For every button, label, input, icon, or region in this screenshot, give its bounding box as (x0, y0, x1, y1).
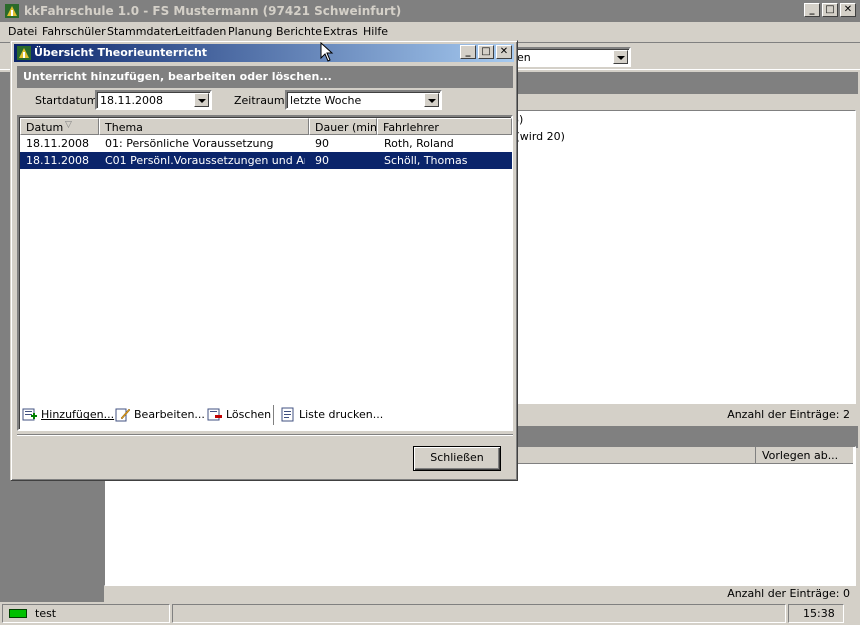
status-user: test (35, 607, 57, 620)
main-window-title: kkFahrschule 1.0 - FS Mustermann (97421 … (24, 4, 402, 18)
edit-pencil-icon (115, 408, 131, 422)
connection-indicator-icon (9, 609, 27, 618)
main-title-bar[interactable]: kkFahrschule 1.0 - FS Mustermann (97421 … (0, 0, 860, 22)
menu-extras[interactable]: Extras (323, 25, 358, 38)
print-list-button[interactable]: Liste drucken... (280, 407, 383, 422)
add-button-label: Hinzufügen... (41, 408, 115, 421)
column-dauer[interactable]: Dauer (min) (309, 118, 377, 135)
column-thema[interactable]: Thema (99, 118, 309, 135)
menu-bar: Datei Fahrschüler Stammdaten Leitfaden P… (0, 22, 860, 42)
status-bar: test 15:38 (0, 602, 860, 625)
delete-button-label: Löschen (226, 408, 272, 421)
cell-fahrlehrer: Schöll, Thomas (384, 154, 468, 167)
zeitraum-value: letzte Woche (290, 94, 362, 107)
startdatum-value: 18.11.2008 (100, 94, 163, 107)
close-button[interactable]: ✕ (840, 3, 856, 17)
dialog-banner: Unterricht hinzufügen, bearbeiten oder l… (17, 66, 513, 88)
dialog-title: Übersicht Theorieunterricht (34, 46, 208, 59)
chevron-down-icon[interactable] (424, 93, 439, 107)
menu-berichte[interactable]: Berichte (276, 25, 322, 38)
dialog-action-toolbar: Hinzufügen... Bearbeiten... Löschen List… (17, 403, 513, 427)
minimize-button[interactable]: _ (804, 3, 820, 17)
print-list-icon (281, 407, 294, 422)
status-panel-middle (172, 604, 786, 623)
column-vorlegen[interactable]: Vorlegen ab... (755, 447, 853, 464)
dialog-maximize-button[interactable]: □ (478, 45, 494, 59)
cell-thema: 01: Persönliche Voraussetzung (105, 137, 274, 150)
print-list-button-label: Liste drucken... (299, 408, 384, 421)
close-dialog-button-label: Schließen (430, 451, 484, 464)
dialog-title-bar[interactable]: Übersicht Theorieunterricht _ □ ✕ (14, 44, 514, 62)
table-row-selected[interactable]: 18.11.2008 C01 Persönl.Voraussetzungen u… (20, 152, 512, 169)
menu-fahrschueler[interactable]: Fahrschüler (42, 25, 106, 38)
add-button[interactable]: Hinzufügen... (22, 407, 114, 422)
app-logo-icon (5, 4, 19, 18)
menu-planung[interactable]: Planung (228, 25, 272, 38)
theory-overview-dialog: Übersicht Theorieunterricht _ □ ✕ Unterr… (10, 40, 518, 481)
entry-count-bottom: Anzahl der Einträge: 0 (727, 587, 850, 600)
startdatum-picker[interactable]: 18.11.2008 (95, 90, 212, 110)
edit-button[interactable]: Bearbeiten... (115, 407, 205, 422)
cell-datum: 18.11.2008 (26, 137, 89, 150)
delete-button[interactable]: Löschen (207, 407, 271, 422)
chevron-down-icon[interactable] (613, 50, 628, 64)
zeitraum-label: Zeitraum: (234, 94, 289, 107)
column-fahrlehrer[interactable]: Fahrlehrer (377, 118, 512, 135)
menu-leitfaden[interactable]: Leitfaden (175, 25, 226, 38)
column-datum-label: Datum (26, 121, 64, 134)
menu-hilfe[interactable]: Hilfe (363, 25, 388, 38)
cell-dauer: 90 (315, 154, 329, 167)
menu-datei[interactable]: Datei (8, 25, 37, 38)
startdatum-label: Startdatum: (35, 94, 102, 107)
status-panel-user: test (2, 604, 170, 623)
toolbar-separator (273, 405, 275, 425)
chevron-down-icon[interactable] (194, 93, 209, 107)
maximize-button[interactable]: □ (822, 3, 838, 17)
theory-lesson-list[interactable]: Datum ▽ Thema Dauer (min) Fahrlehrer 18.… (17, 115, 513, 431)
dialog-close-button[interactable]: ✕ (496, 45, 512, 59)
dialog-banner-text: Unterricht hinzufügen, bearbeiten oder l… (23, 70, 332, 83)
background-count-bar-bottom: Anzahl der Einträge: 0 (104, 584, 858, 602)
zeitraum-select[interactable]: letzte Woche (285, 90, 442, 110)
column-datum[interactable]: Datum ▽ (20, 118, 99, 135)
cell-thema: C01 Persönl.Voraussetzungen und Arbeit..… (105, 154, 305, 167)
mouse-cursor-icon (320, 42, 334, 62)
status-panel-time: 15:38 (788, 604, 844, 623)
dialog-minimize-button[interactable]: _ (460, 45, 476, 59)
close-dialog-button[interactable]: Schließen (413, 446, 501, 471)
list-header: Datum ▽ Thema Dauer (min) Fahrlehrer (20, 118, 512, 135)
background-combo[interactable]: hen (505, 47, 631, 67)
menu-stammdaten[interactable]: Stammdaten (107, 25, 178, 38)
add-list-icon (22, 408, 37, 421)
entry-count-top: Anzahl der Einträge: 2 (727, 408, 850, 421)
cell-fahrlehrer: Roth, Roland (384, 137, 454, 150)
sort-descending-icon: ▽ (65, 120, 72, 130)
app-logo-icon (17, 46, 31, 60)
table-row[interactable]: 18.11.2008 01: Persönliche Voraussetzung… (20, 135, 512, 152)
edit-button-label: Bearbeiten... (134, 408, 205, 421)
delete-list-icon (207, 408, 222, 421)
cell-dauer: 90 (315, 137, 329, 150)
status-time: 15:38 (803, 607, 835, 620)
dialog-divider (17, 434, 513, 436)
cell-datum: 18.11.2008 (26, 154, 89, 167)
